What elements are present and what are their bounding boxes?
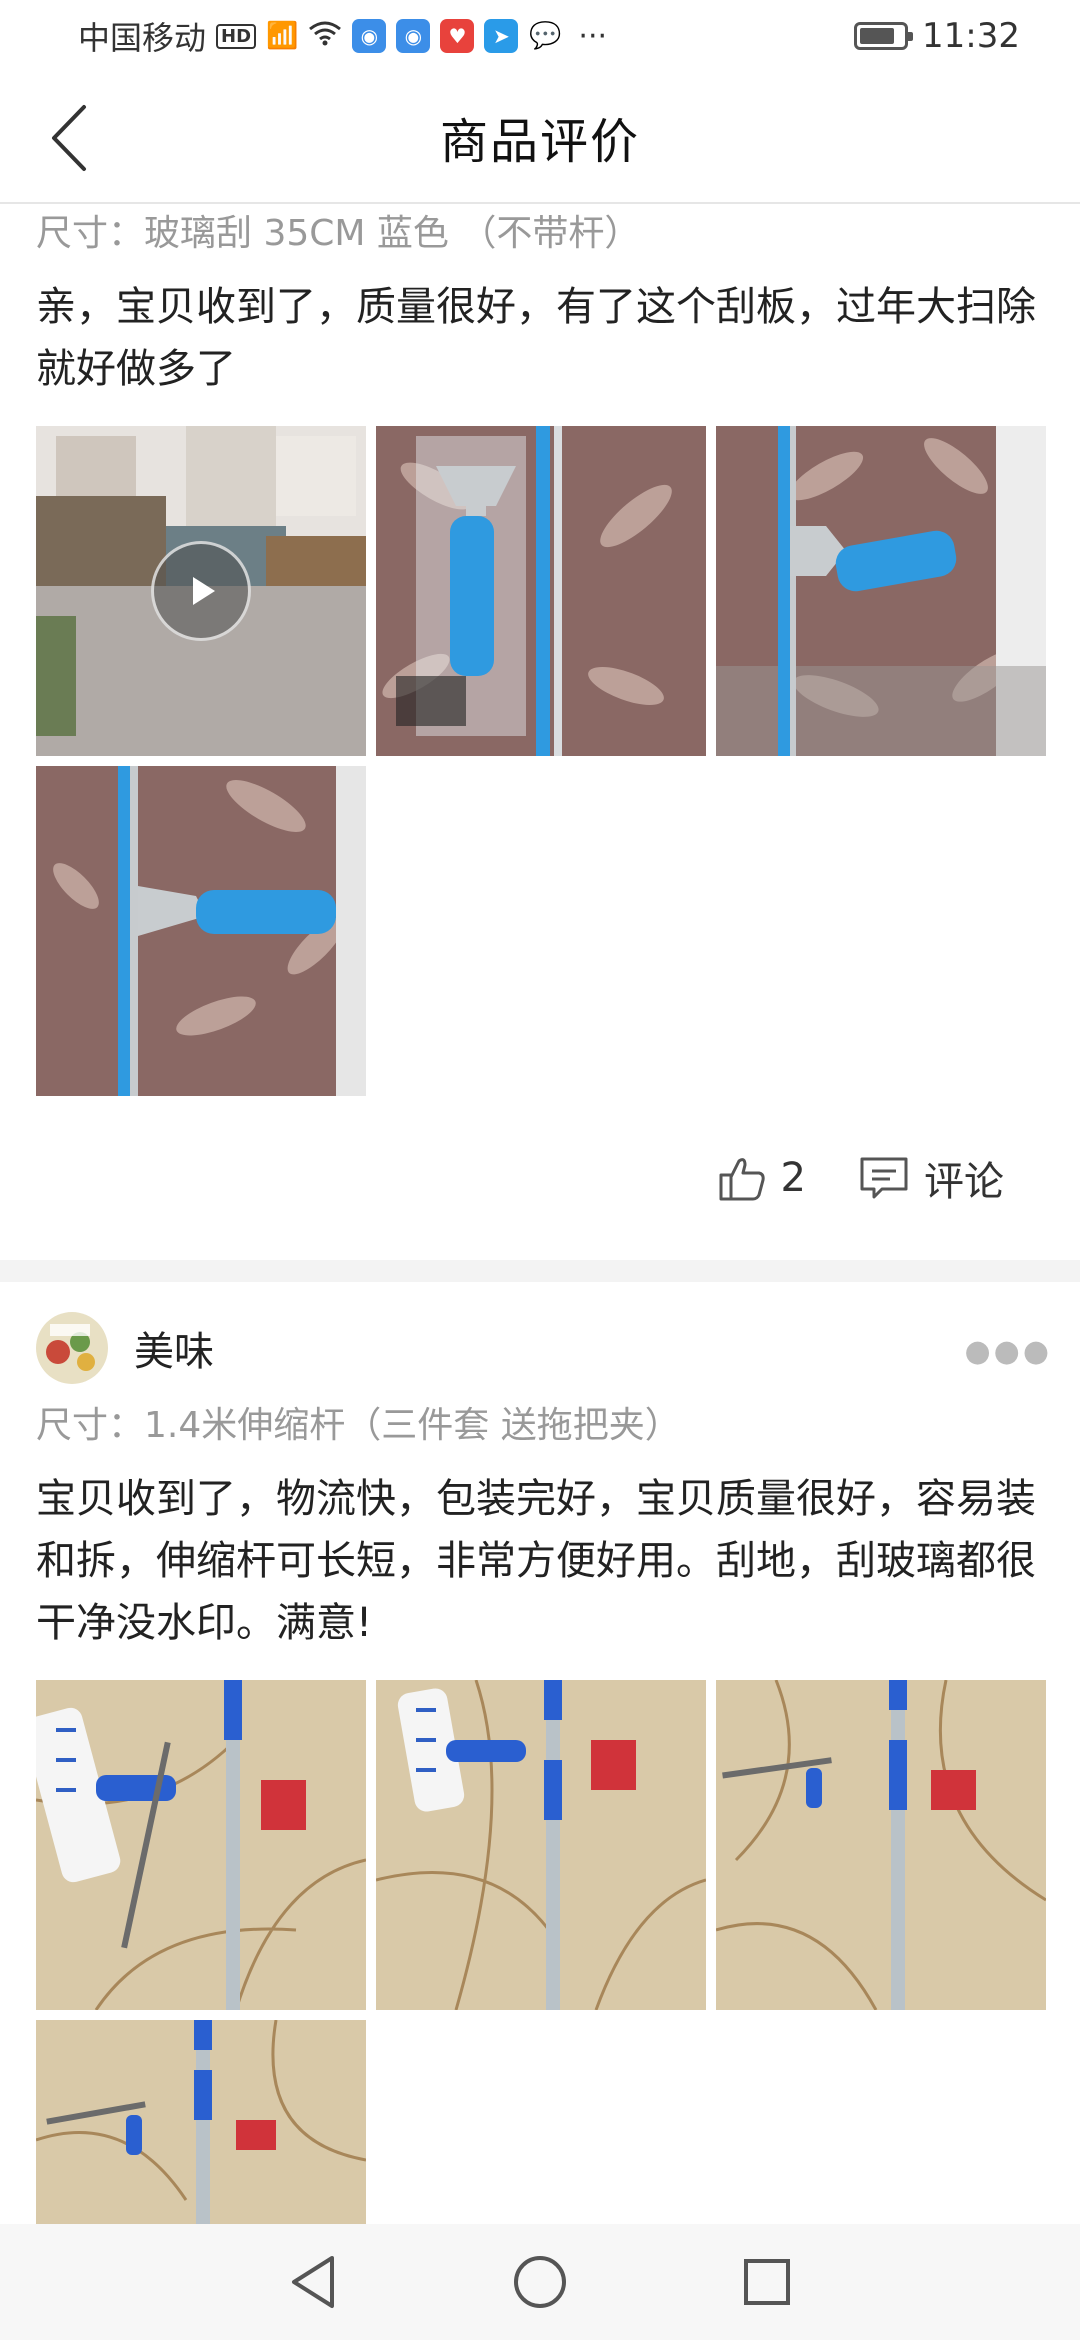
hd-badge: HD <box>216 23 257 49</box>
review-text: 宝贝收到了，物流快，包装完好，宝贝质量很好，容易装和拆，伸缩杆可长短，非常方便好… <box>36 1476 1036 1646</box>
nav-back-button[interactable] <box>273 2242 353 2322</box>
nav-home-button[interactable] <box>500 2242 580 2322</box>
wifi-icon <box>308 20 342 53</box>
app-notification-icon: ◉ <box>396 19 431 53</box>
status-bar: 中国移动 HD 📶 ◉ ◉ ♥ ➤ 💬 ··· 11:32 <box>0 0 1080 72</box>
app-notification-icon: ➤ <box>484 19 519 53</box>
review-spec: 尺寸：1.4米伸缩杆（三件套 送拖把夹） <box>36 1405 681 1446</box>
play-icon <box>193 577 215 605</box>
comment-icon <box>860 1157 908 1199</box>
signal-icon: 📶 <box>266 21 299 51</box>
review-photo[interactable] <box>716 426 1046 756</box>
review-photo[interactable] <box>36 766 366 1096</box>
comment-label: 评论 <box>924 1159 1004 1205</box>
review-video-thumbnail[interactable] <box>36 426 366 756</box>
thumbs-up-icon <box>719 1158 765 1201</box>
review-item: 美味 ●●● 尺寸：1.4米伸缩杆（三件套 送拖把夹） 宝贝收到了，物流快，包装… <box>0 1298 1080 2224</box>
triangle-back-icon <box>292 2256 335 2308</box>
like-button[interactable]: 2 <box>717 1155 806 1201</box>
more-options-icon[interactable]: ●●● <box>964 1334 1052 1369</box>
chevron-left-icon <box>52 105 86 171</box>
reviewer-row: 美味 ●●● <box>0 1298 1080 1398</box>
nav-recents-button[interactable] <box>727 2242 807 2322</box>
review-photo[interactable] <box>376 1680 706 2010</box>
like-count: 2 <box>780 1155 806 1201</box>
review-photo[interactable] <box>716 1680 1046 2010</box>
avatar[interactable] <box>36 1312 108 1384</box>
page-title: 商品评价 <box>439 114 640 170</box>
review-spec: 尺寸：玻璃刮 35CM 蓝色 （不带杆） <box>36 213 641 254</box>
review-item: 尺寸：玻璃刮 35CM 蓝色 （不带杆） 亲，宝贝收到了，质量很好，有了这个刮板… <box>0 206 1080 1216</box>
battery-icon <box>854 22 914 50</box>
review-photo[interactable] <box>36 1680 366 2010</box>
review-actions: 2 评论 <box>36 1096 1044 1216</box>
more-notifications-icon: ··· <box>578 18 608 54</box>
reviewer-name: 美味 <box>134 1329 214 1375</box>
review-text: 亲，宝贝收到了，质量很好，有了这个刮板，过年大扫除就好做多了 <box>36 284 1036 392</box>
review-divider <box>0 1260 1080 1282</box>
review-list[interactable]: 尺寸：玻璃刮 35CM 蓝色 （不带杆） 亲，宝贝收到了，质量很好，有了这个刮板… <box>0 206 1080 2224</box>
comment-button[interactable]: 评论 <box>858 1149 1004 1207</box>
review-photo[interactable] <box>376 426 706 756</box>
app-header: 商品评价 <box>0 72 1080 204</box>
review-photos <box>36 1680 1046 2224</box>
play-button[interactable] <box>151 541 251 641</box>
app-notification-icon: ◉ <box>352 19 387 53</box>
square-recents-icon <box>743 2259 790 2305</box>
wechat-icon: 💬 <box>528 19 563 53</box>
back-button[interactable] <box>38 102 98 174</box>
clock: 11:32 <box>922 16 1020 56</box>
carrier-label: 中国移动 <box>78 19 207 57</box>
review-photo[interactable] <box>36 2020 366 2224</box>
review-photos <box>36 426 1046 1096</box>
app-notification-icon: ♥ <box>440 19 475 53</box>
system-nav-bar <box>0 2224 1080 2340</box>
circle-home-icon <box>513 2256 566 2308</box>
